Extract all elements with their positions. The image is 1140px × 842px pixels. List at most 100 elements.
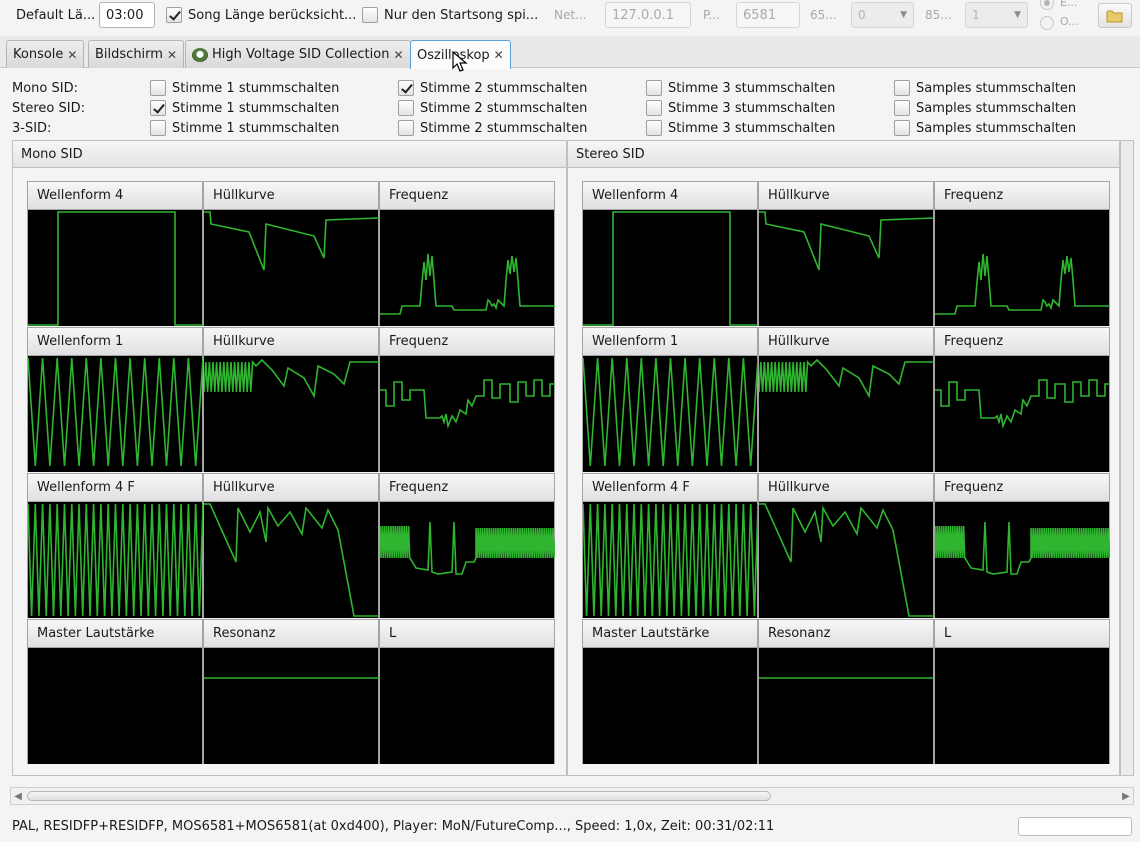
waveform-line (380, 379, 555, 429)
tab-bildschirm[interactable]: Bildschirm ✕ (88, 40, 185, 68)
radio-other-label: O... (1060, 15, 1079, 28)
mute-checkbox[interactable]: Stimme 3 stummschalten (646, 120, 835, 136)
scope-cell: Master Lautstärke (582, 619, 758, 764)
mute-checkbox[interactable]: Stimme 2 stummschalten (398, 80, 587, 96)
scope-trace (380, 379, 555, 429)
scope-cell-title: L (380, 620, 554, 648)
chevron-down-icon: ▼ (1014, 10, 1021, 20)
scope-display (380, 356, 555, 472)
scope-trace (380, 521, 555, 575)
tab-high-voltage-sid-collection[interactable]: High Voltage SID Collection ✕ (185, 40, 411, 68)
mute-checkbox[interactable]: Stimme 3 stummschalten (646, 80, 835, 96)
scope-cell-title: Wellenform 4 (583, 182, 757, 210)
port-label: P... (703, 8, 720, 22)
mute-checkbox[interactable]: Stimme 1 stummschalten (150, 80, 339, 96)
tab-konsole[interactable]: Konsole ✕ (6, 40, 85, 68)
scope-cell: Frequenz (379, 473, 555, 618)
mute-checkbox[interactable]: Stimme 2 stummschalten (398, 120, 587, 136)
mute-checkbox[interactable]: Samples stummschalten (894, 80, 1076, 96)
mute-check[interactable] (646, 120, 662, 136)
startsong-checkbox[interactable]: Nur den Startsong spi... (362, 0, 538, 30)
mute-checkbox-label: Stimme 1 stummschalten (172, 100, 340, 116)
scope-display (28, 356, 203, 472)
scroll-left-icon[interactable]: ◀ (11, 788, 25, 804)
scope-display (759, 210, 934, 326)
scope-display (28, 648, 202, 764)
scroll-right-icon[interactable]: ▶ (1119, 788, 1133, 804)
horizontal-scrollbar[interactable]: ◀ ▶ (10, 787, 1134, 805)
mute-check[interactable] (894, 100, 910, 116)
mute-check[interactable] (398, 120, 414, 136)
toolbar: Default Lä... 03:00 Song Länge berücksic… (0, 0, 1140, 34)
mute-checkbox-label: Stimme 2 stummschalten (420, 100, 588, 116)
mute-checkbox[interactable]: Samples stummschalten (894, 120, 1076, 136)
scope-display (204, 210, 379, 326)
mute-checkbox[interactable]: Stimme 3 stummschalten (646, 100, 835, 116)
scope-display (935, 210, 1110, 326)
mute-checkbox-label: Samples stummschalten (916, 100, 1077, 116)
song-length-checkbox[interactable]: Song Länge berücksicht... (166, 0, 356, 30)
sid1-label: 65... (810, 8, 837, 22)
scope-display (28, 210, 203, 326)
mute-checkbox[interactable]: Stimme 2 stummschalten (398, 100, 587, 116)
close-icon[interactable]: ✕ (393, 48, 403, 62)
mute-checkbox[interactable]: Stimme 1 stummschalten (150, 100, 339, 116)
scrollbar-thumb[interactable] (27, 791, 771, 801)
startsong-check[interactable] (362, 7, 378, 23)
scope-trace (759, 503, 934, 617)
mono-sid-panel: Mono SID Wellenform 4 Hüllkurve Frequenz We… (12, 140, 567, 776)
scope-display (583, 356, 758, 472)
scope-cell: Wellenform 4 F (27, 473, 203, 618)
scope-trace (28, 357, 203, 467)
sid1-select[interactable]: 0 ▼ (851, 2, 914, 28)
scope-cell-title: Frequenz (380, 182, 554, 210)
scope-trace (380, 648, 555, 764)
sid2-select[interactable]: 1 ▼ (965, 2, 1028, 28)
mute-checkbox[interactable]: Stimme 1 stummschalten (150, 120, 339, 136)
default-length-input[interactable]: 03:00 (99, 2, 155, 28)
scope-cell: Hüllkurve (758, 181, 934, 326)
mute-check[interactable] (150, 80, 166, 96)
sid1-value: 0 (858, 8, 866, 22)
radio-other[interactable] (1040, 16, 1054, 30)
hvsc-icon (192, 47, 208, 62)
close-icon[interactable]: ✕ (67, 48, 77, 62)
mute-check[interactable] (398, 100, 414, 116)
scope-trace (583, 211, 758, 326)
scope-cell-title: Master Lautstärke (28, 620, 202, 648)
mute-check[interactable] (150, 120, 166, 136)
mute-check[interactable] (894, 80, 910, 96)
waveform-line (204, 358, 379, 399)
open-folder-button[interactable] (1098, 3, 1132, 28)
mouse-cursor-icon (452, 51, 468, 72)
scope-trace (583, 648, 758, 764)
status-progress (1018, 817, 1132, 836)
scope-cell-title: Frequenz (935, 182, 1109, 210)
mute-check[interactable] (398, 80, 414, 96)
mute-checkbox-label: Stimme 1 stummschalten (172, 80, 340, 96)
scope-trace (204, 358, 379, 399)
scope-cell-title: Wellenform 4 F (583, 474, 757, 502)
port-input[interactable]: 6581 (736, 2, 800, 28)
scope-cell-title: Wellenform 1 (583, 328, 757, 356)
song-length-check[interactable] (166, 7, 182, 23)
scope-cell: Resonanz (758, 619, 934, 764)
waveform-line (935, 379, 1110, 429)
tab-label: Konsole (13, 47, 64, 62)
mute-check[interactable] (150, 100, 166, 116)
scope-display (583, 648, 757, 764)
radio-emulation[interactable] (1040, 0, 1054, 10)
scope-cell-title: L (935, 620, 1109, 648)
tab-bar: Konsole ✕ Bildschirm ✕ High Voltage SID … (0, 36, 1140, 69)
scope-display (204, 502, 379, 618)
mute-check[interactable] (894, 120, 910, 136)
ip-input[interactable]: 127.0.0.1 (605, 2, 691, 28)
mute-check[interactable] (646, 100, 662, 116)
mute-checkbox[interactable]: Samples stummschalten (894, 100, 1076, 116)
waveform-line (380, 253, 555, 315)
scope-cell: Wellenform 4 (582, 181, 758, 326)
mute-check[interactable] (646, 80, 662, 96)
close-icon[interactable]: ✕ (494, 48, 504, 62)
close-icon[interactable]: ✕ (167, 48, 177, 62)
scope-display (935, 356, 1110, 472)
